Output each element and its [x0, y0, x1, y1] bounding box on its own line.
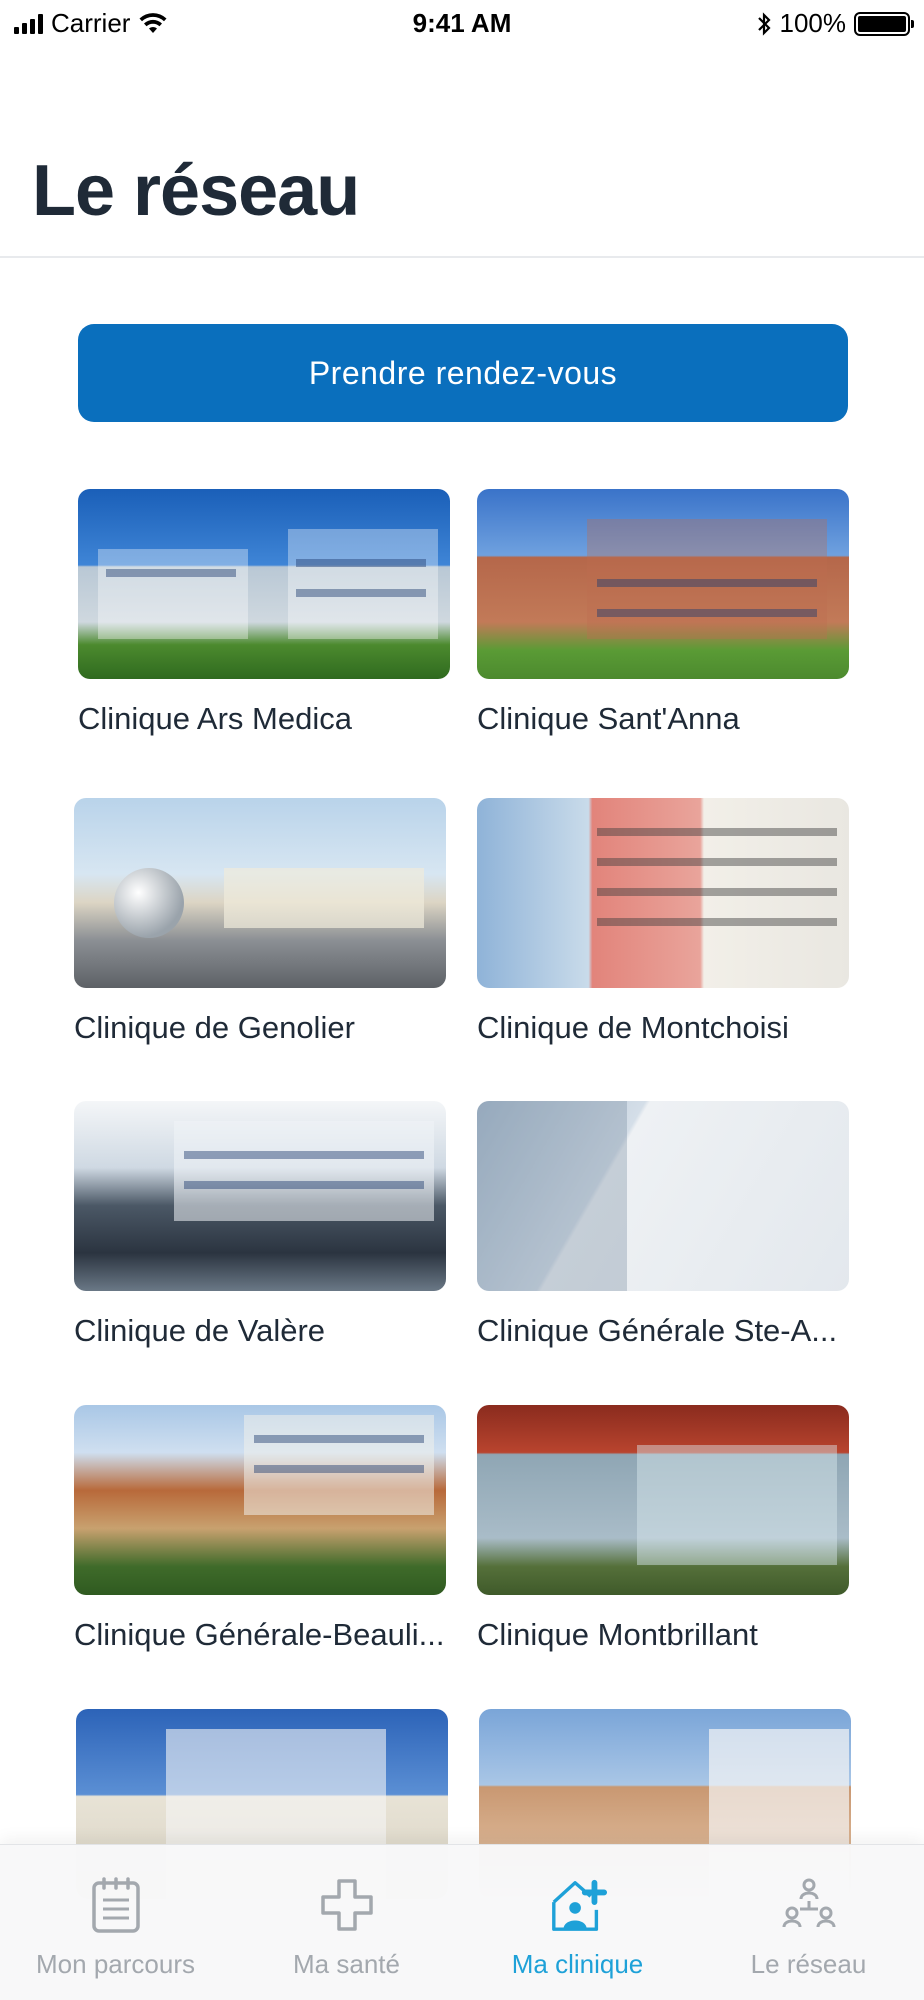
- clinic-photo: [74, 1101, 446, 1291]
- clinic-card[interactable]: Clinique Ars Medica: [78, 489, 450, 737]
- clinic-name: Clinique de Valère: [74, 1313, 326, 1348]
- tab-le-reseau[interactable]: Le réseau: [693, 1845, 924, 2000]
- clinic-card[interactable]: Clinique de Valère: [74, 1101, 446, 1349]
- clinic-name: Clinique Ars Medica: [78, 701, 352, 736]
- clinic-photo: [74, 1405, 446, 1595]
- clinic-name: Clinique de Genolier: [74, 1010, 355, 1045]
- clinic-card[interactable]: Clinique de Genolier: [74, 798, 446, 1046]
- clinic-card[interactable]: Clinique Générale Ste-A...: [477, 1101, 849, 1349]
- tab-ma-clinique[interactable]: Ma clinique: [462, 1845, 693, 2000]
- clipboard-icon: [86, 1875, 146, 1935]
- clinic-name: Clinique Montbrillant: [477, 1617, 758, 1652]
- clinic-card[interactable]: Clinique de Montchoisi: [477, 798, 849, 1046]
- clinic-name: Clinique Générale-Beauli...: [74, 1617, 445, 1652]
- clinic-photo: [78, 489, 450, 679]
- clinic-photo: [477, 1101, 849, 1291]
- clinic-photo: [477, 489, 849, 679]
- clinic-house-icon: [548, 1875, 608, 1935]
- clinic-card[interactable]: Clinique Sant'Anna: [477, 489, 849, 737]
- status-bar: Carrier 9:41 AM 100%: [0, 0, 924, 46]
- clinic-name: Clinique de Montchoisi: [477, 1010, 789, 1045]
- tab-label: Le réseau: [750, 1949, 867, 1979]
- tab-label: Ma clinique: [511, 1949, 644, 1979]
- bluetooth-icon: [757, 11, 771, 36]
- battery-percent: 100%: [779, 8, 847, 38]
- tab-label: Mon parcours: [36, 1949, 195, 1979]
- network-people-icon: [779, 1875, 839, 1935]
- battery-icon: [854, 11, 914, 36]
- book-appointment-button[interactable]: Prendre rendez-vous: [78, 324, 848, 422]
- clinic-card[interactable]: Clinique Générale-Beauli...: [74, 1405, 446, 1653]
- clinic-card[interactable]: Clinique Montbrillant: [477, 1405, 849, 1653]
- clinic-name: Clinique Générale Ste-A...: [477, 1313, 838, 1348]
- tab-bar: Mon parcours Ma santé Ma clinique Le rés…: [0, 1844, 924, 2000]
- medical-cross-icon: [317, 1875, 377, 1935]
- clinic-photo: [477, 798, 849, 988]
- clinic-photo: [477, 1405, 849, 1595]
- page-title: Le réseau: [32, 151, 360, 231]
- clinic-photo: [74, 798, 446, 988]
- clinic-name: Clinique Sant'Anna: [477, 701, 740, 736]
- tab-ma-sante[interactable]: Ma santé: [231, 1845, 462, 2000]
- status-right: 100%: [756, 8, 914, 39]
- tab-mon-parcours[interactable]: Mon parcours: [0, 1845, 231, 2000]
- tab-label: Ma santé: [293, 1949, 400, 1979]
- header-divider: [0, 256, 924, 258]
